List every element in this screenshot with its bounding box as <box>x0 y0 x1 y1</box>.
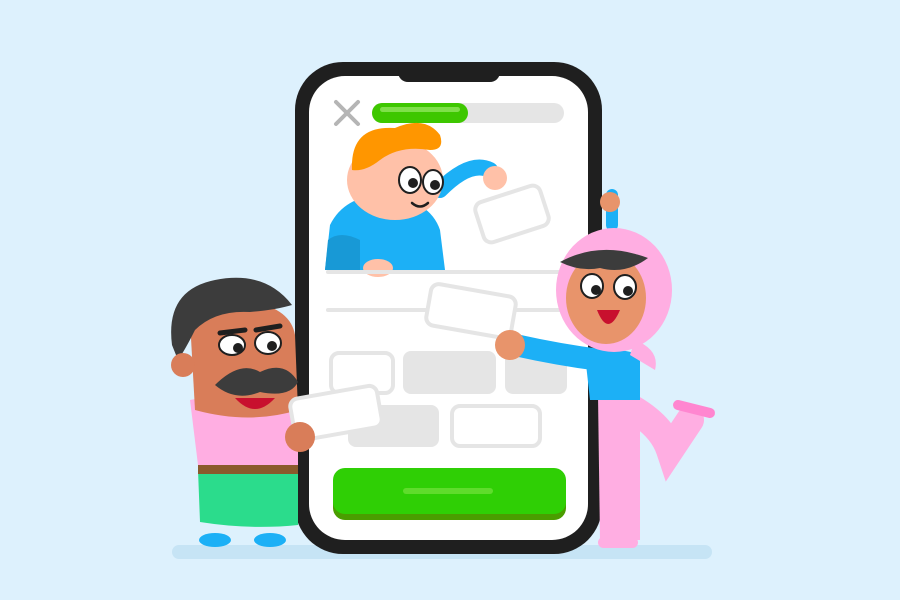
man-foot-left <box>199 533 231 547</box>
check-button[interactable] <box>333 468 566 520</box>
girl-hand <box>495 330 525 360</box>
progress-bar <box>372 103 564 123</box>
word-tile-used <box>403 351 496 394</box>
button-label-placeholder <box>403 488 493 494</box>
word-tile[interactable] <box>450 404 542 448</box>
phone-notch <box>398 62 500 82</box>
boy-hand-left <box>363 259 393 277</box>
man-character <box>171 277 298 547</box>
illustration-scene <box>171 62 715 559</box>
progress-fill <box>372 103 468 123</box>
boy-hand <box>483 166 507 190</box>
man-foot-right <box>254 533 286 547</box>
girl-arm <box>504 334 611 371</box>
progress-highlight <box>380 107 460 112</box>
man-ear <box>171 353 195 377</box>
boy-sleeve <box>325 235 360 270</box>
man-pants <box>198 470 298 527</box>
girl-hand-up <box>600 192 620 212</box>
man-hand <box>285 422 315 452</box>
